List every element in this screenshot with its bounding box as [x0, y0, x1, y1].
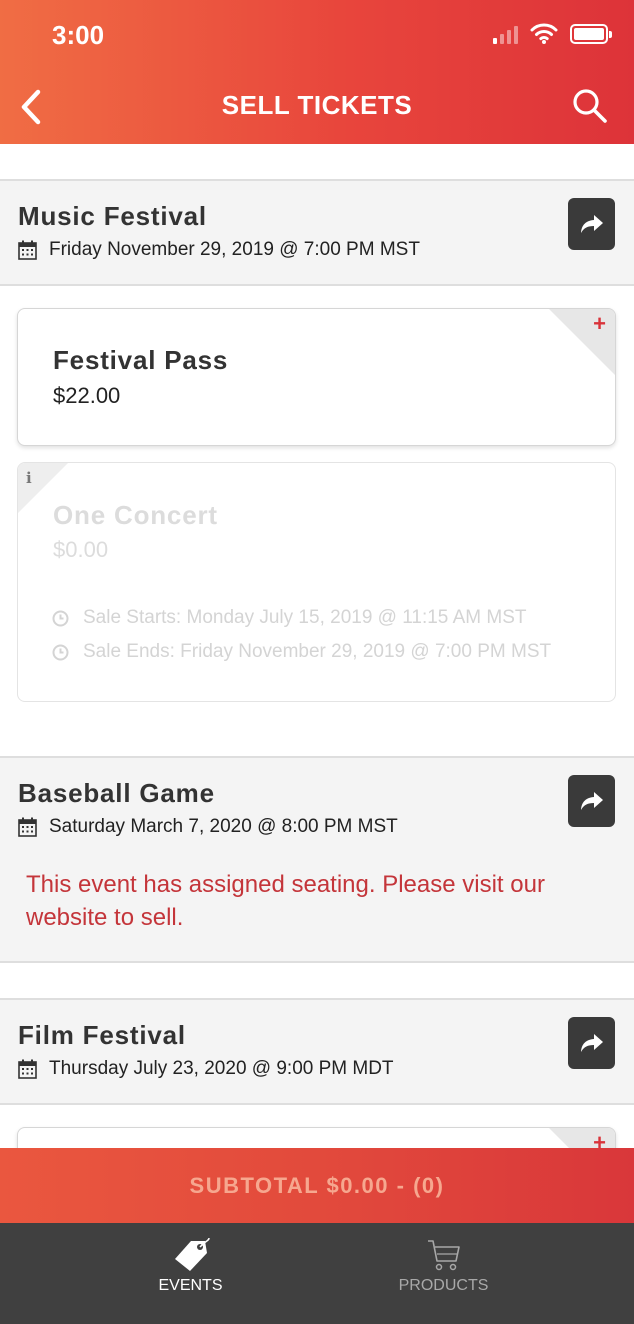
event-name: Baseball Game [18, 778, 215, 808]
status-icons [493, 22, 612, 44]
event-date: Saturday March 7, 2020 @ 8:00 PM MST [18, 816, 398, 838]
ticket-card-one-concert: i One Concert $0.00 Sale Starts: Monday … [17, 462, 616, 702]
wifi-icon [530, 23, 558, 44]
signal-icon [493, 24, 518, 44]
page-title: SELL TICKETS [221, 90, 413, 120]
app-header: 3:00 SELL TICKETS [0, 0, 634, 144]
sale-start-line: Sale Starts: Monday July 15, 2019 @ 11:1… [52, 607, 527, 629]
sale-start-text: Sale Starts: Monday July 15, 2019 @ 11:1… [83, 607, 527, 628]
battery-icon [570, 24, 612, 44]
ticket-name: Festival Pass [53, 345, 229, 375]
plus-icon[interactable]: + [593, 313, 606, 335]
event-name: Music Festival [18, 201, 207, 231]
share-arrow-icon [580, 215, 603, 233]
subtotal-label: SUBTOTAL $0.00 - (0) [189, 1172, 445, 1198]
share-button[interactable] [568, 1017, 615, 1069]
event-name: Film Festival [18, 1020, 186, 1050]
bottom-nav: EVENTS PRODUCTS [0, 1223, 634, 1324]
ticket-price: $0.00 [53, 537, 109, 562]
info-icon[interactable]: i [26, 469, 32, 487]
assigned-seating-notice: This event has assigned seating. Please … [26, 871, 545, 931]
tag-icon [174, 1237, 210, 1271]
event-date: Thursday July 23, 2020 @ 9:00 PM MDT [18, 1058, 394, 1080]
event-date-text: Friday November 29, 2019 @ 7:00 PM MST [49, 239, 420, 260]
ticket-card-festival-pass[interactable]: + Festival Pass $22.00 [17, 308, 616, 446]
event-header-music-festival: Music Festival Friday November 29, 2019 … [0, 179, 634, 286]
calendar-icon [18, 817, 37, 837]
share-arrow-icon [580, 792, 603, 810]
clock-icon [52, 644, 69, 660]
share-arrow-icon [580, 1034, 603, 1052]
clock-icon [52, 610, 69, 626]
sale-end-line: Sale Ends: Friday November 29, 2019 @ 7:… [52, 641, 551, 663]
event-header-baseball-game: Baseball Game Saturday March 7, 2020 @ 8… [0, 756, 634, 963]
event-date-text: Saturday March 7, 2020 @ 8:00 PM MST [49, 816, 398, 837]
calendar-icon [18, 1059, 37, 1079]
status-time: 3:00 [52, 20, 105, 50]
search-icon[interactable] [572, 88, 608, 124]
share-button[interactable] [568, 198, 615, 250]
top-spacer [0, 144, 634, 180]
share-button[interactable] [568, 775, 615, 827]
nav-label: PRODUCTS [398, 1277, 489, 1294]
event-date: Friday November 29, 2019 @ 7:00 PM MST [18, 239, 420, 261]
subtotal-bar[interactable]: SUBTOTAL $0.00 - (0) [0, 1148, 634, 1223]
ticket-name: One Concert [53, 500, 218, 530]
event-header-film-festival: Film Festival Thursday July 23, 2020 @ 9… [0, 998, 634, 1105]
event-date-text: Thursday July 23, 2020 @ 9:00 PM MDT [49, 1058, 394, 1079]
section-spacer [0, 963, 634, 999]
ticket-price: $22.00 [53, 383, 121, 408]
nav-item-products[interactable]: PRODUCTS [285, 1223, 602, 1324]
calendar-icon [18, 240, 37, 260]
cart-icon [427, 1240, 460, 1271]
sale-end-text: Sale Ends: Friday November 29, 2019 @ 7:… [83, 641, 552, 662]
